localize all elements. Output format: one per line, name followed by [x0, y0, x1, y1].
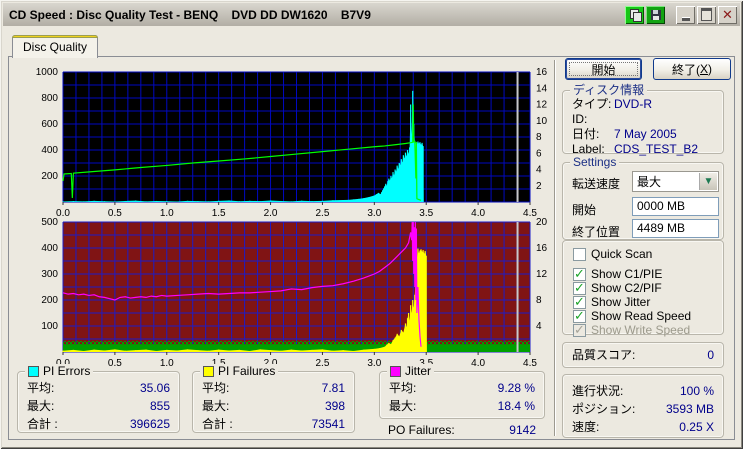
stat-row: 合計 :396625 [18, 415, 179, 433]
disc-type-row: タイプ:DVD-R [572, 97, 723, 112]
checkbox-quick-scan[interactable]: Quick Scan [573, 247, 652, 261]
maximize-button[interactable] [697, 6, 716, 24]
settings-title: Settings [570, 155, 619, 169]
svg-text:6: 6 [536, 148, 542, 159]
start-button[interactable]: 開始 [565, 58, 642, 80]
checkbox-show-c2-pif[interactable]: Show C2/PIF [573, 281, 662, 295]
svg-text:3.0: 3.0 [367, 358, 381, 368]
pi-errors-stats-box: PI Errors 平均:35.06 最大:855 合計 :396625 [17, 371, 180, 433]
close-icon: ✕ [722, 8, 733, 21]
checkbox-icon [573, 248, 586, 261]
save-button[interactable] [646, 6, 665, 24]
po-failures-label: PO Failures: [388, 421, 455, 439]
checkbox-icon [573, 324, 586, 337]
stat-row: 平均:9.28 % [380, 379, 544, 397]
pi-failures-color-chip [203, 366, 214, 377]
pi-errors-read-speed-chart: 10008006004002001614121086420.00.51.01.5… [8, 62, 560, 218]
app-window: CD Speed : Disc Quality Test - BENQ DVD … [0, 0, 743, 449]
svg-text:8: 8 [536, 132, 542, 143]
exit-button[interactable]: 終了(X) [653, 58, 731, 80]
minimize-icon [682, 18, 690, 21]
speed-row: 速度:0.25 X [563, 418, 723, 436]
options-group: Quick Scan Show C1/PIE Show C2/PIF Show … [562, 240, 724, 335]
quality-score-box: 品質スコア: 0 [562, 342, 724, 368]
disc-info-title: ディスク情報 [570, 83, 647, 97]
svg-text:1000: 1000 [36, 67, 59, 78]
settings-group: Settings 転送速度 最大 ▼ 開始 0000 MB 終了位置 4489 … [562, 162, 724, 240]
svg-text:2: 2 [536, 181, 542, 192]
stat-row: 最大:398 [193, 397, 354, 415]
svg-text:8: 8 [536, 295, 542, 306]
jitter-title: Jitter [405, 364, 431, 378]
svg-text:200: 200 [41, 295, 58, 306]
stat-row: 合計 :73541 [193, 415, 354, 433]
svg-text:400: 400 [41, 243, 58, 254]
stat-row: 平均:35.06 [18, 379, 179, 397]
pi-errors-color-chip [28, 366, 39, 377]
save-disk-icon [651, 10, 661, 20]
jitter-color-chip [390, 366, 401, 377]
svg-text:0.5: 0.5 [108, 358, 122, 368]
svg-text:20: 20 [536, 217, 548, 228]
checkbox-show-c1-pie[interactable]: Show C1/PIE [573, 267, 662, 281]
chevron-down-icon[interactable]: ▼ [699, 173, 717, 190]
checkbox-show-write-speed[interactable]: Show Write Speed [573, 323, 690, 337]
title-bar-buttons: ✕ [623, 6, 740, 24]
pi-failures-jitter-chart: 500400300200100201612840.00.51.01.52.02.… [8, 216, 560, 368]
stat-row: 平均:7.81 [193, 379, 354, 397]
tab-disc-quality[interactable]: Disc Quality [12, 35, 98, 58]
position-row: ポジション:3593 MB [563, 400, 723, 418]
tab-label: Disc Quality [23, 40, 87, 54]
quality-score-label: 品質スコア: [572, 343, 635, 367]
stat-row: 最大:855 [18, 397, 179, 415]
po-failures-row: PO Failures: 9142 [379, 421, 545, 439]
stat-row: 最大:18.4 % [380, 397, 544, 415]
panel-separator [554, 60, 556, 436]
jitter-stats-box: Jitter 平均:9.28 % 最大:18.4 % [379, 371, 545, 419]
svg-text:800: 800 [41, 93, 58, 104]
svg-text:1.0: 1.0 [160, 358, 174, 368]
maximize-icon [701, 8, 712, 21]
close-button[interactable]: ✕ [718, 6, 737, 24]
svg-text:600: 600 [41, 119, 58, 130]
pi-failures-title: PI Failures [218, 364, 275, 378]
svg-text:500: 500 [41, 217, 58, 228]
disc-info-group: ディスク情報 タイプ:DVD-R ID: 日付:7 May 2005 Label… [562, 90, 724, 154]
svg-text:100: 100 [41, 321, 58, 332]
speed-select[interactable]: 最大 ▼ [632, 171, 719, 192]
svg-text:12: 12 [536, 100, 548, 111]
pi-failures-stats-box: PI Failures 平均:7.81 最大:398 合計 :73541 [192, 371, 355, 433]
svg-text:10: 10 [536, 116, 548, 127]
pi-errors-title: PI Errors [43, 364, 90, 378]
svg-text:4.0: 4.0 [471, 358, 485, 368]
minimize-button[interactable] [676, 6, 695, 24]
start-pos-label: 開始 [572, 201, 596, 218]
quality-score-value: 0 [707, 343, 714, 367]
start-pos-field[interactable]: 0000 MB [632, 197, 719, 216]
svg-text:16: 16 [536, 243, 548, 254]
svg-text:4.5: 4.5 [523, 358, 537, 368]
copy-to-clipboard-icon [630, 9, 640, 20]
svg-text:2.5: 2.5 [315, 358, 329, 368]
disc-id-row: ID: [572, 112, 723, 127]
copy-button[interactable] [625, 6, 644, 24]
svg-text:4: 4 [536, 165, 542, 176]
po-failures-value: 9142 [509, 421, 536, 439]
svg-text:16: 16 [536, 67, 548, 78]
window-title: CD Speed : Disc Quality Test - BENQ DVD … [9, 8, 371, 22]
speed-label: 転送速度 [572, 175, 620, 192]
svg-text:14: 14 [536, 83, 548, 94]
svg-text:300: 300 [41, 269, 58, 280]
progress-box: 進行状況:100 % ポジション:3593 MB 速度:0.25 X [562, 374, 724, 438]
svg-text:400: 400 [41, 145, 58, 156]
title-bar: CD Speed : Disc Quality Test - BENQ DVD … [3, 3, 740, 26]
progress-row: 進行状況:100 % [563, 382, 723, 400]
end-pos-field[interactable]: 4489 MB [632, 219, 719, 238]
end-pos-label: 終了位置 [572, 223, 620, 240]
checkbox-show-read-speed[interactable]: Show Read Speed [573, 309, 691, 323]
svg-text:12: 12 [536, 269, 548, 280]
svg-text:4: 4 [536, 321, 542, 332]
svg-text:200: 200 [41, 171, 58, 182]
disc-date-row: 日付:7 May 2005 [572, 127, 723, 142]
